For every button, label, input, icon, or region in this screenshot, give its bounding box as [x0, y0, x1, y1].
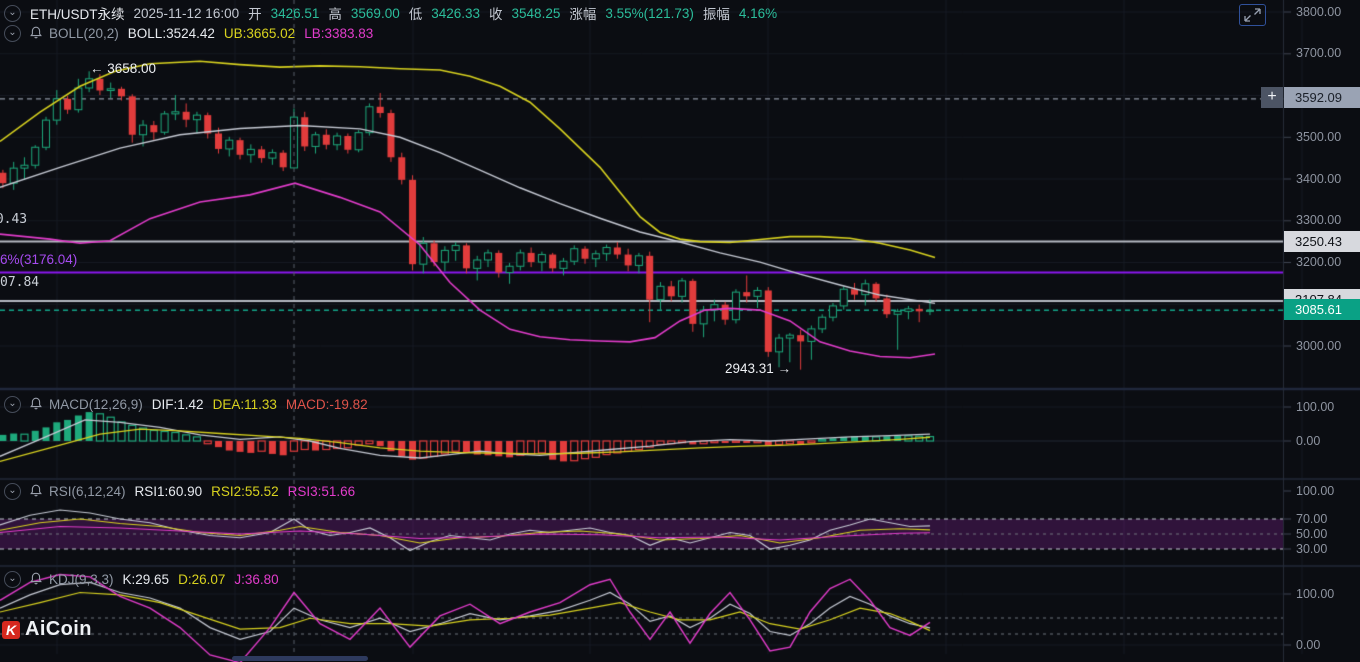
chart-scrollbar-thumb[interactable] [232, 656, 368, 661]
boll-lb-value: LB:3383.83 [304, 26, 374, 41]
boll-ub-value: UB:3665.02 [223, 26, 296, 41]
aicoin-logo-icon: K [2, 620, 20, 639]
datetime-label: 2025-11-12 16:00 [133, 5, 240, 21]
axis-tick-label: 3000.00 [1296, 338, 1342, 353]
aicoin-watermark: K AiCoin [2, 618, 92, 641]
kdj-header: ⌄ KDJ(9,3,3) K:29.65 D:26.07 J:36.80 [4, 571, 279, 588]
left-fib-label: 6%(3176.04) [0, 252, 78, 267]
close-label: 收 [489, 7, 503, 22]
macd-dea-value: DEA:11.33 [212, 397, 277, 412]
trading-chart-app: ⌄ ETH/USDT永续 2025-11-12 16:00 开 3426.51 高… [0, 0, 1360, 662]
expand-icon [1244, 8, 1261, 22]
collapse-chevron-icon[interactable]: ⌄ [4, 396, 21, 413]
axis-tick-label: 50.00 [1296, 526, 1328, 541]
rsi2-value: RSI2:55.52 [211, 484, 279, 499]
alert-bell-icon[interactable] [30, 397, 42, 413]
axis-tick-label: 0.00 [1296, 637, 1321, 652]
alert-bell-icon[interactable] [30, 484, 42, 500]
amplitude-value: 4.16% [738, 5, 778, 21]
rsi-header: ⌄ RSI(6,12,24) RSI1:60.90 RSI2:55.52 RSI… [4, 483, 356, 500]
rsi1-value: RSI1:60.90 [134, 484, 203, 499]
change-value: 3.55%(121.73) [605, 5, 694, 21]
open-value: 3426.51 [270, 5, 320, 21]
axis-tick-label: 70.00 [1296, 511, 1328, 526]
collapse-chevron-icon[interactable]: ⌄ [4, 483, 21, 500]
macd-header: ⌄ MACD(12,26,9) DIF:1.42 DEA:11.33 MACD:… [4, 396, 368, 413]
collapse-chevron-icon[interactable]: ⌄ [4, 4, 21, 22]
kdj-k-value: K:29.65 [122, 572, 170, 587]
axis-tick-label: 3300.00 [1296, 213, 1342, 228]
axis-tick-label: 30.00 [1296, 541, 1328, 556]
close-value: 3548.25 [511, 5, 561, 21]
boll-title: BOLL(20,2) [49, 26, 119, 41]
axis-tick-label: 0.00 [1296, 433, 1321, 448]
ohlc-header: ⌄ ETH/USDT永续 2025-11-12 16:00 开 3426.51 高… [4, 3, 778, 23]
open-label: 开 [248, 7, 262, 22]
rsi-title: RSI(6,12,24) [49, 484, 126, 499]
high-value: 3569.00 [350, 5, 400, 21]
fullscreen-button[interactable] [1239, 4, 1266, 26]
collapse-chevron-icon[interactable]: ⌄ [4, 571, 21, 588]
upper-level-badge: 3592.09 [1284, 87, 1360, 108]
axis-tick-label: 100.00 [1296, 586, 1335, 601]
alert-bell-icon[interactable] [30, 26, 42, 42]
last-price-badge: 3085.61 [1284, 299, 1360, 320]
low-label: 低 [408, 7, 423, 22]
axis-tick-label: 100.00 [1296, 483, 1335, 498]
low-value: 3426.33 [431, 5, 481, 21]
axis-tick-label: 3500.00 [1296, 129, 1342, 144]
chart-canvas[interactable] [0, 0, 1360, 662]
high-price-annotation: ← 3658.00 [90, 61, 157, 76]
macd-hist-value: MACD:-19.82 [285, 397, 368, 412]
left-support-label: 07.84 [0, 275, 40, 290]
add-alert-plus-button[interactable]: + [1261, 87, 1283, 108]
rsi3-value: RSI3:51.66 [287, 484, 356, 499]
axis-tick-label: 3700.00 [1296, 46, 1342, 61]
high-label: 高 [328, 7, 342, 22]
macd-dif-value: DIF:1.42 [151, 397, 204, 412]
symbol-label: ETH/USDT永续 [30, 7, 125, 22]
kdj-j-value: J:36.80 [234, 572, 279, 587]
left-resistance-label: 50.43 [0, 212, 28, 227]
macd-title: MACD(12,26,9) [49, 397, 143, 412]
kdj-d-value: D:26.07 [178, 572, 226, 587]
low-price-annotation: 2943.31 → [725, 361, 792, 376]
aicoin-logo-text: AiCoin [25, 618, 92, 640]
resistance-level-badge: 3250.43 [1284, 231, 1360, 252]
kdj-title: KDJ(9,3,3) [49, 572, 114, 587]
axis-tick-label: 3400.00 [1296, 171, 1342, 186]
collapse-chevron-icon[interactable]: ⌄ [4, 25, 21, 42]
alert-bell-icon[interactable] [30, 572, 42, 588]
change-label: 涨幅 [569, 7, 597, 22]
boll-header: ⌄ BOLL(20,2) BOLL:3524.42 UB:3665.02 LB:… [4, 25, 374, 42]
axis-tick-label: 100.00 [1296, 399, 1335, 414]
axis-tick-label: 3800.00 [1296, 4, 1342, 19]
amplitude-label: 振幅 [702, 7, 730, 22]
boll-mid-value: BOLL:3524.42 [127, 26, 215, 41]
axis-tick-label: 3200.00 [1296, 255, 1342, 269]
